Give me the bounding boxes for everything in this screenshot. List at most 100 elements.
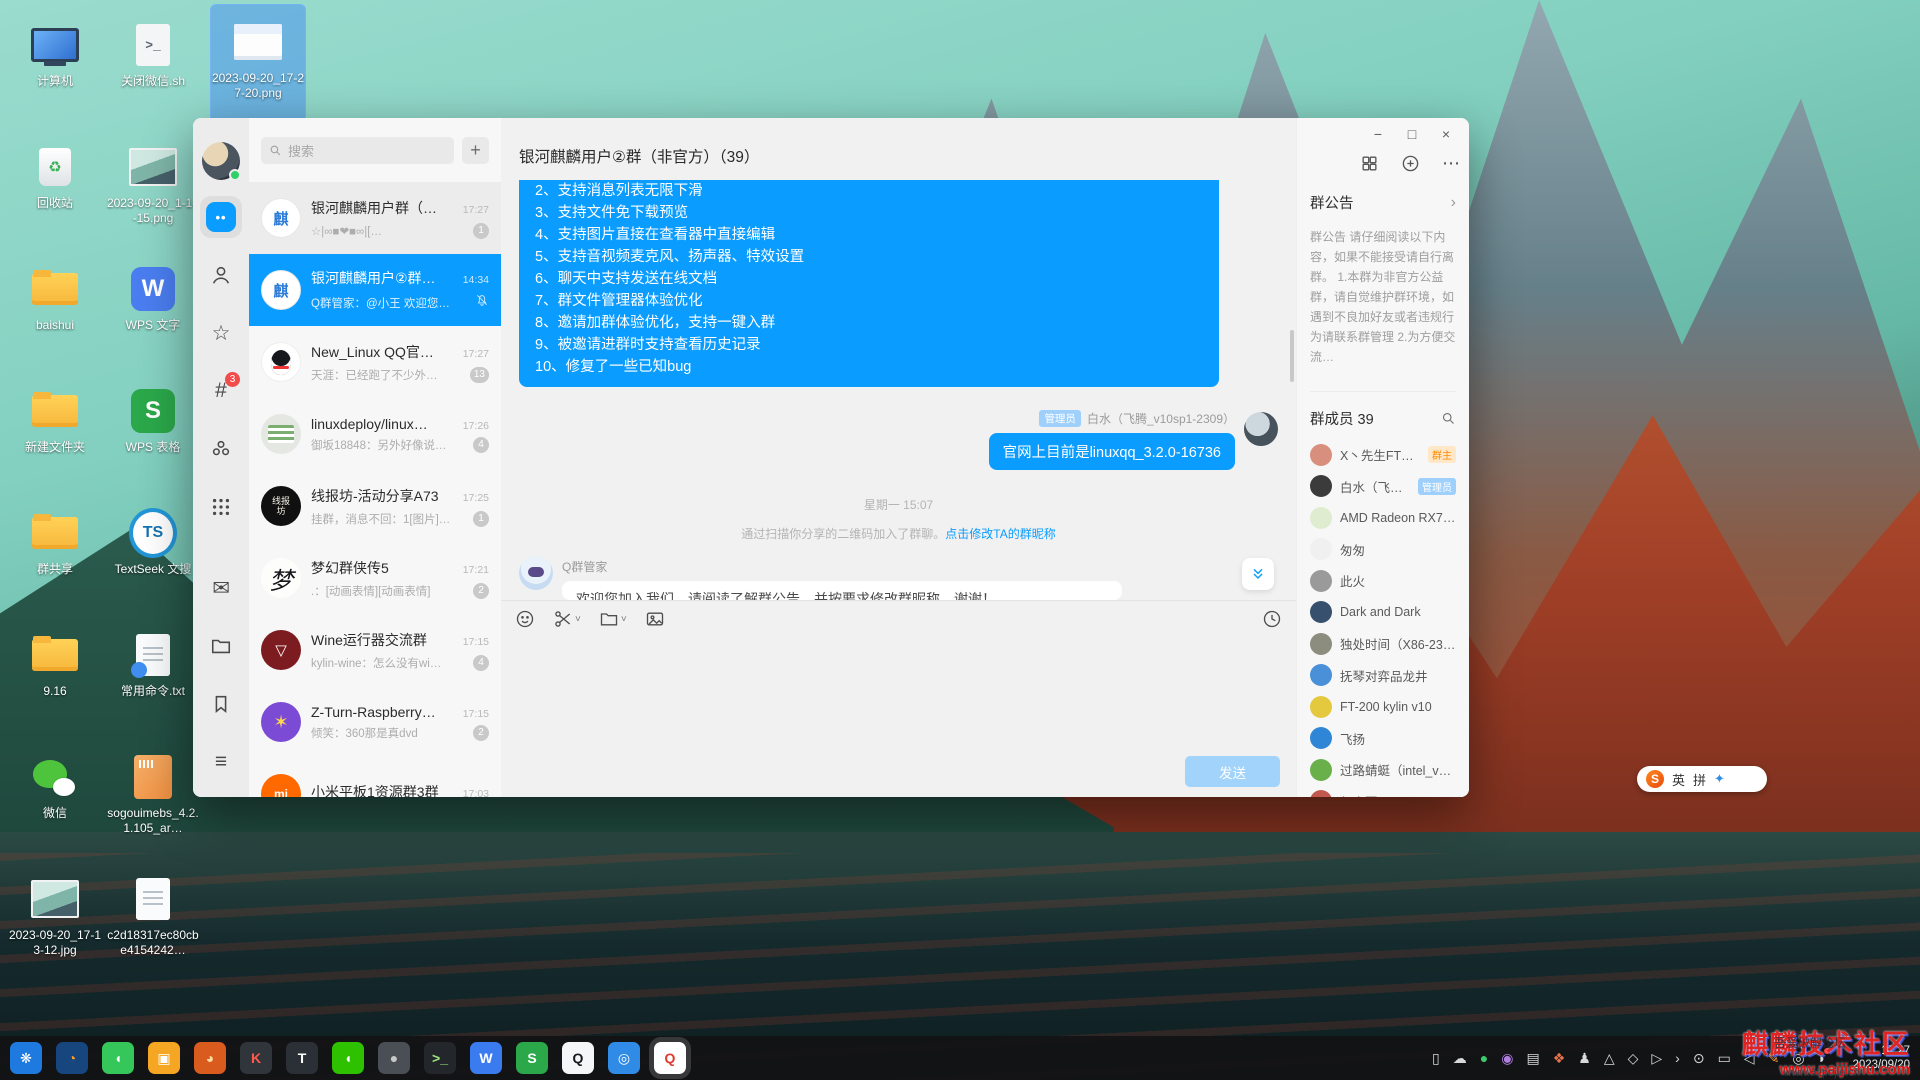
desktop-icon[interactable]: 常用命令.txt [104,618,202,740]
tray-icon[interactable]: ▭ [1718,1051,1731,1065]
chat-list-item[interactable]: 银河麒麟用户②群… 14:34 Q群管家：@小王 欢迎您… [249,254,501,326]
message-scrollbar[interactable] [1290,330,1294,382]
tray-icon[interactable]: › [1675,1051,1680,1065]
launcher-grid-icon[interactable] [1360,154,1379,173]
search-input[interactable]: 搜索 [261,137,454,164]
member-row[interactable]: 抚琴对弈品龙井 [1310,660,1456,692]
nav-collections[interactable] [200,683,242,725]
screenshot-button[interactable]: ˅ [553,609,581,629]
desktop-icon[interactable]: 计算机 [6,8,104,130]
close-button[interactable]: × [1433,122,1459,146]
tray-icon[interactable]: ♟ [1578,1051,1591,1065]
maximize-button[interactable]: □ [1399,122,1425,146]
blue-app[interactable]: ◎ [608,1042,640,1074]
desktop-icon[interactable]: 2023-09-20_1-14-15.png [104,130,202,252]
desktop-icon[interactable]: 关闭微信.sh [104,8,202,130]
tray-icon[interactable]: ◗ [1818,1051,1826,1065]
member-row[interactable]: 独处时间（X86-2303） [1310,628,1456,660]
start-menu[interactable]: ❋ [10,1042,42,1074]
chat-list-item[interactable]: 小米平板1资源群3群 17:03 [249,758,501,797]
desktop-icon[interactable]: 微信 [6,740,104,862]
tim-app[interactable]: T [286,1042,318,1074]
nav-messages[interactable]: •• [200,196,242,238]
tray-icon[interactable]: ✎ [1768,1051,1780,1065]
desktop-icon[interactable]: sogouimebs_4.2.1.105_ar… [104,740,202,862]
member-row[interactable]: AMD Radeon RX7900… [1310,502,1456,534]
member-row[interactable]: 白水（飞腾_… 管理员 [1310,471,1456,503]
desktop-icon[interactable]: 2023-09-20_17-13-12.jpg [6,862,104,984]
taskbar-clock[interactable]: 17:27 2023/09/20 [1840,1044,1910,1072]
member-row[interactable]: Dark and Dark [1310,597,1456,629]
member-row[interactable]: X丶先生FT200… 群主 [1310,439,1456,471]
desktop-icon[interactable]: 9.16 [6,618,104,740]
nav-discover[interactable] [200,428,242,470]
qq-classic[interactable]: Q [562,1042,594,1074]
member-row[interactable]: 过路蜻蜓（intel_v10… [1310,754,1456,786]
tray-icon[interactable]: ▯ [1432,1051,1440,1065]
member-row[interactable]: 飞扬 [1310,723,1456,755]
tray-icon[interactable]: ☁ [1453,1051,1467,1065]
terminal-app[interactable]: >_ [424,1042,456,1074]
chat-list-item[interactable]: 线报坊-活动分享A73 17:25 挂群，消息不回：1[图片]… 1 [249,470,501,542]
desktop-icon[interactable]: 新建文件夹 [6,374,104,496]
tray-icon[interactable]: ▤ [1526,1051,1539,1065]
emoji-button[interactable] [515,609,535,629]
chat-list-item[interactable]: Z-Turn-Raspberry… 17:15 倾笑：360那是真dvd 2 [249,686,501,758]
tray-icon[interactable]: ● [1480,1051,1488,1065]
nav-menu[interactable]: ≡ [200,741,242,783]
announcement-message-bubble[interactable]: 2、支持消息列表无限下滑3、支持文件免下载预览4、支持图片直接在查看器中直接编辑… [519,180,1219,387]
ime-toolbar[interactable]: S 英 拼 ✦ [1637,766,1767,792]
chat-history-button[interactable] [1262,609,1282,629]
software-center[interactable]: ▣ [148,1042,180,1074]
firefox-browser[interactable]: ◔ [56,1042,88,1074]
wps-writer[interactable]: W [470,1042,502,1074]
nav-more-apps[interactable] [200,486,242,528]
message-input-area[interactable]: ˅ ˅ 发送 [501,600,1296,797]
tray-icon[interactable]: ◇ [1628,1051,1639,1065]
desktop-icon-selected[interactable]: 2023-09-20_17-27-20.png [210,4,306,122]
ime-lang-indicator[interactable]: 英 [1672,770,1685,789]
bot-message-bubble[interactable]: 欢迎您加入我们，请阅读了解群公告，并按要求修改群昵称，谢谢！ [562,581,1122,600]
nav-contacts[interactable] [200,254,242,296]
chat-list-item[interactable]: 银河麒麟用户群（… 17:27 ☆|∞■❤■∞|[… 1 [249,182,501,254]
wps-spreadsheet[interactable]: S [516,1042,548,1074]
desktop-icon[interactable]: 回收站 [6,130,104,252]
desktop-icon[interactable]: WPS 文字 [104,252,202,374]
user-avatar[interactable] [202,142,240,180]
wechat-app[interactable]: ◖ [332,1042,364,1074]
member-search-icon[interactable] [1441,411,1456,426]
tray-icon[interactable]: ⊙ [1693,1051,1705,1065]
image-button[interactable] [645,609,665,629]
desktop-icon[interactable]: WPS 表格 [104,374,202,496]
desktop-icon[interactable]: baishui [6,252,104,374]
chat-list-item[interactable]: Wine运行器交流群 17:15 kylin-wine：怎么没有wi… 4 [249,614,501,686]
member-row[interactable]: 匆匆 [1310,534,1456,566]
linuxqq-active[interactable]: Q [654,1042,686,1074]
tray-icon[interactable]: ◉ [1501,1051,1513,1065]
scroll-to-bottom-button[interactable] [1242,558,1274,590]
nav-favorites[interactable]: ☆ [200,312,242,354]
desktop-icon[interactable]: 群共享 [6,496,104,618]
chat-list-item[interactable]: linuxdeploy/linux… 17:26 御坂18848：另外好像说… … [249,398,501,470]
gray-app[interactable]: ● [378,1042,410,1074]
file-button[interactable]: ˅ [599,609,627,629]
tray-icon[interactable]: △ [1604,1051,1615,1065]
tray-icon[interactable]: ▷ [1651,1051,1662,1065]
nav-mail[interactable]: ✉ [200,567,242,609]
send-button[interactable]: 发送 [1185,756,1280,787]
tray-icon[interactable]: ◎ [1792,1051,1804,1065]
desktop-icon[interactable]: TextSeek 文搜 [104,496,202,618]
minimize-button[interactable]: − [1365,122,1391,146]
tray-icon[interactable]: ❖ [1553,1051,1566,1065]
more-options-icon[interactable]: ⋯ [1442,154,1461,173]
fox-browser[interactable]: ◕ [194,1042,226,1074]
member-row[interactable]: 郭赛军18007373022 [1310,786,1456,798]
chat-list-item[interactable]: 梦幻群侠传5 17:21 .：[动画表情][动画表情] 2 [249,542,501,614]
green-messenger[interactable]: ◖ [102,1042,134,1074]
nav-channels[interactable]: # 3 [200,370,242,412]
member-row[interactable]: FT-200 kylin v10 [1310,691,1456,723]
krita-app[interactable]: K [240,1042,272,1074]
admin-message-bubble[interactable]: 官网上目前是linuxqq_3.2.0-16736 [989,433,1235,470]
bot-avatar[interactable] [519,556,553,590]
nav-files[interactable] [200,625,242,667]
